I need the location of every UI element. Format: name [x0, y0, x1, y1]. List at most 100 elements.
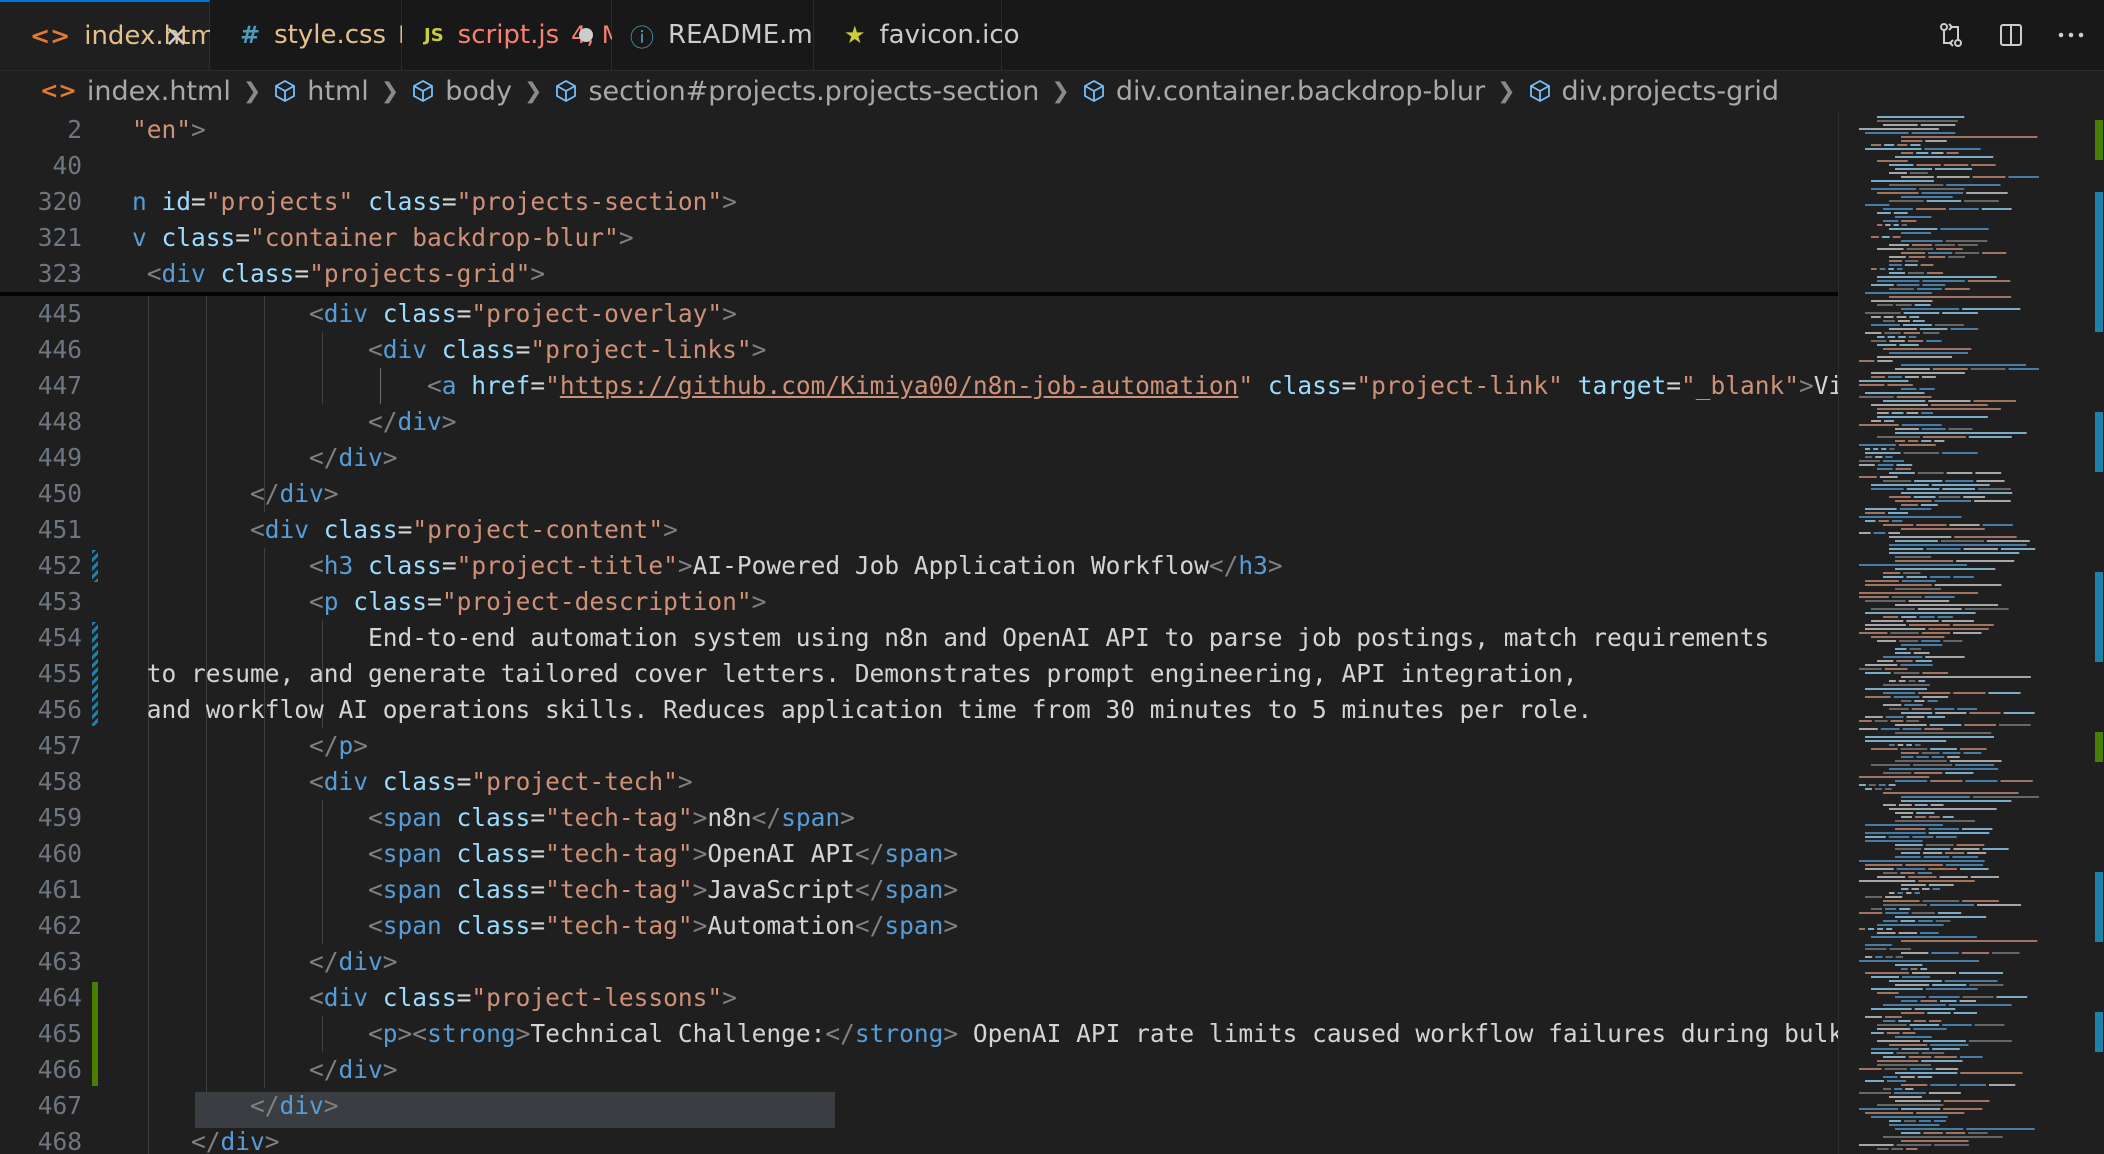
code-token: <: [250, 515, 265, 544]
minimap-code-line: [1889, 768, 1999, 770]
minimap[interactable]: [1838, 112, 2104, 1154]
code-token: strong: [427, 1019, 516, 1048]
minimap-code-line: [1895, 724, 1927, 726]
minimap-code-line: [1885, 912, 1909, 914]
code-line[interactable]: 445 <div class="project-overlay">: [0, 296, 1838, 332]
tab-style-css[interactable]: # style.css M: [210, 0, 419, 70]
minimap-code-line: [1859, 1144, 1894, 1146]
code-text: <p class="project-description">: [132, 584, 1838, 620]
code-line[interactable]: 468 </div>: [0, 1124, 1838, 1154]
minimap-code-line: [1883, 772, 1912, 774]
code-token: id: [161, 187, 192, 216]
minimap-code-line: [1924, 728, 1944, 730]
code-line[interactable]: 467 </div>: [0, 1088, 1838, 1124]
minimap-code-line: [1895, 1128, 1964, 1130]
minimap-code-line: [1919, 188, 1965, 190]
code-line[interactable]: 2 "en">: [0, 112, 1838, 148]
breadcrumb-item-section[interactable]: section#projects.projects-section: [554, 76, 1039, 107]
code-token: "project-content": [412, 515, 664, 544]
code-line[interactable]: 456 and workflow AI operations skills. R…: [0, 692, 1838, 728]
code-line[interactable]: 458 <div class="project-tech">: [0, 764, 1838, 800]
code-token: div: [220, 1127, 265, 1154]
code-line[interactable]: 447 <a href="https://github.com/Kimiya00…: [0, 368, 1838, 404]
line-number: 468: [37, 1127, 82, 1154]
minimap-code-line: [1888, 268, 1894, 270]
minimap-code-line: [1920, 932, 1939, 934]
code-line[interactable]: 450 </div>: [0, 476, 1838, 512]
code-token: </: [309, 1055, 339, 1084]
minimap-code-line: [1877, 212, 1891, 214]
code-line[interactable]: 40: [0, 148, 1838, 184]
code-line[interactable]: 461 <span class="tech-tag">JavaScript</s…: [0, 872, 1838, 908]
breadcrumb-item-projects-grid[interactable]: div.projects-grid: [1528, 76, 1779, 107]
code-line[interactable]: 459 <span class="tech-tag">n8n</span>: [0, 800, 1838, 836]
minimap-code-line: [1874, 788, 1882, 790]
code-line[interactable]: 451 <div class="project-content">: [0, 512, 1838, 548]
code-token: span: [781, 803, 841, 832]
code-line[interactable]: 457 </p>: [0, 728, 1838, 764]
minimap-code-line: [1889, 328, 1917, 330]
open-changes-button[interactable]: [1924, 15, 1978, 55]
breadcrumb-item-html[interactable]: html: [273, 76, 369, 107]
minimap-code-line: [1901, 940, 2038, 942]
tab-favicon-ico[interactable]: ★ favicon.ico: [814, 0, 1020, 70]
code-line[interactable]: 466 </div>: [0, 1052, 1838, 1088]
code-token: >: [722, 299, 737, 328]
minimap-code-line: [1945, 852, 1965, 854]
code-text: v class="container backdrop-blur">: [132, 220, 1838, 256]
code-line[interactable]: 452 <h3 class="project-title">AI-Powered…: [0, 548, 1838, 584]
code-line[interactable]: 448 </div>: [0, 404, 1838, 440]
tab-script-js[interactable]: JS script.js 4, M: [402, 0, 622, 70]
minimap-code-line: [1898, 336, 1906, 338]
minimap-code-line: [1865, 672, 1891, 674]
code-editor[interactable]: 445 <div class="project-overlay"> 446 <di…: [0, 112, 1838, 1154]
unsaved-changes-dot-icon[interactable]: [579, 28, 593, 42]
code-line[interactable]: 454 End-to-end automation system using n…: [0, 620, 1838, 656]
minimap-code-line: [1934, 1056, 1957, 1058]
code-line[interactable]: 449 </div>: [0, 440, 1838, 476]
code-token: "project-tech": [471, 767, 678, 796]
modified-lines-marker[interactable]: [92, 622, 98, 726]
code-line[interactable]: 320 n id="projects" class="projects-secti…: [0, 184, 1838, 220]
breadcrumb-item-file[interactable]: <> index.html: [40, 76, 231, 107]
code-line[interactable]: 446 <div class="project-links">: [0, 332, 1838, 368]
minimap-code-line: [1865, 612, 1976, 614]
split-editor-button[interactable]: [1984, 15, 2038, 55]
minimap-code-line: [1921, 428, 1946, 430]
tab-index-html[interactable]: <> index.html M ×: [0, 0, 256, 70]
code-line[interactable]: 323 <div class="projects-grid">: [0, 256, 1838, 292]
code-line[interactable]: 321 v class="container backdrop-blur">: [0, 220, 1838, 256]
modified-lines-marker[interactable]: [92, 550, 98, 582]
code-text: </div>: [132, 944, 1838, 980]
tab-readme-md[interactable]: ⓘ README.md: [612, 0, 829, 70]
breadcrumb-item-container[interactable]: div.container.backdrop-blur: [1082, 76, 1485, 107]
code-line[interactable]: 460 <span class="tech-tag">OpenAI API</s…: [0, 836, 1838, 872]
breadcrumb-item-body[interactable]: body: [411, 76, 512, 107]
code-line[interactable]: 462 <span class="tech-tag">Automation</s…: [0, 908, 1838, 944]
minimap-code-line: [1922, 672, 1949, 674]
code-line[interactable]: 453 <p class="project-description">: [0, 584, 1838, 620]
code-line[interactable]: 455 to resume, and generate tailored cov…: [0, 656, 1838, 692]
close-icon[interactable]: ×: [164, 19, 189, 54]
minimap-code-line: [1889, 1124, 1940, 1126]
code-token: https://github.com/Kimiya00/n8n-job-auto…: [559, 371, 1239, 400]
added-lines-marker[interactable]: [92, 982, 98, 1086]
minimap-change-marker: [2095, 1012, 2103, 1052]
code-line[interactable]: 465 <p><strong>Technical Challenge:</str…: [0, 1016, 1838, 1052]
code-line[interactable]: 463 </div>: [0, 944, 1838, 980]
more-actions-button[interactable]: [2044, 15, 2098, 55]
minimap-code-line: [1964, 608, 2009, 610]
minimap-code-line: [1871, 1052, 1894, 1054]
minimap-code-line: [1888, 512, 1909, 514]
code-token: </: [854, 839, 885, 868]
code-line[interactable]: 464 <div class="project-lessons">: [0, 980, 1838, 1016]
minimap-code-line: [1921, 632, 1951, 634]
minimap-code-line: [1934, 708, 1955, 710]
minimap-code-line: [1901, 424, 1942, 426]
minimap-code-line: [1904, 704, 1923, 706]
minimap-code-line: [1964, 724, 1997, 726]
code-token: div: [264, 515, 324, 544]
minimap-code-line: [1871, 908, 1883, 910]
minimap-code-line: [1965, 780, 1998, 782]
code-token: "tech-tag": [545, 875, 693, 904]
